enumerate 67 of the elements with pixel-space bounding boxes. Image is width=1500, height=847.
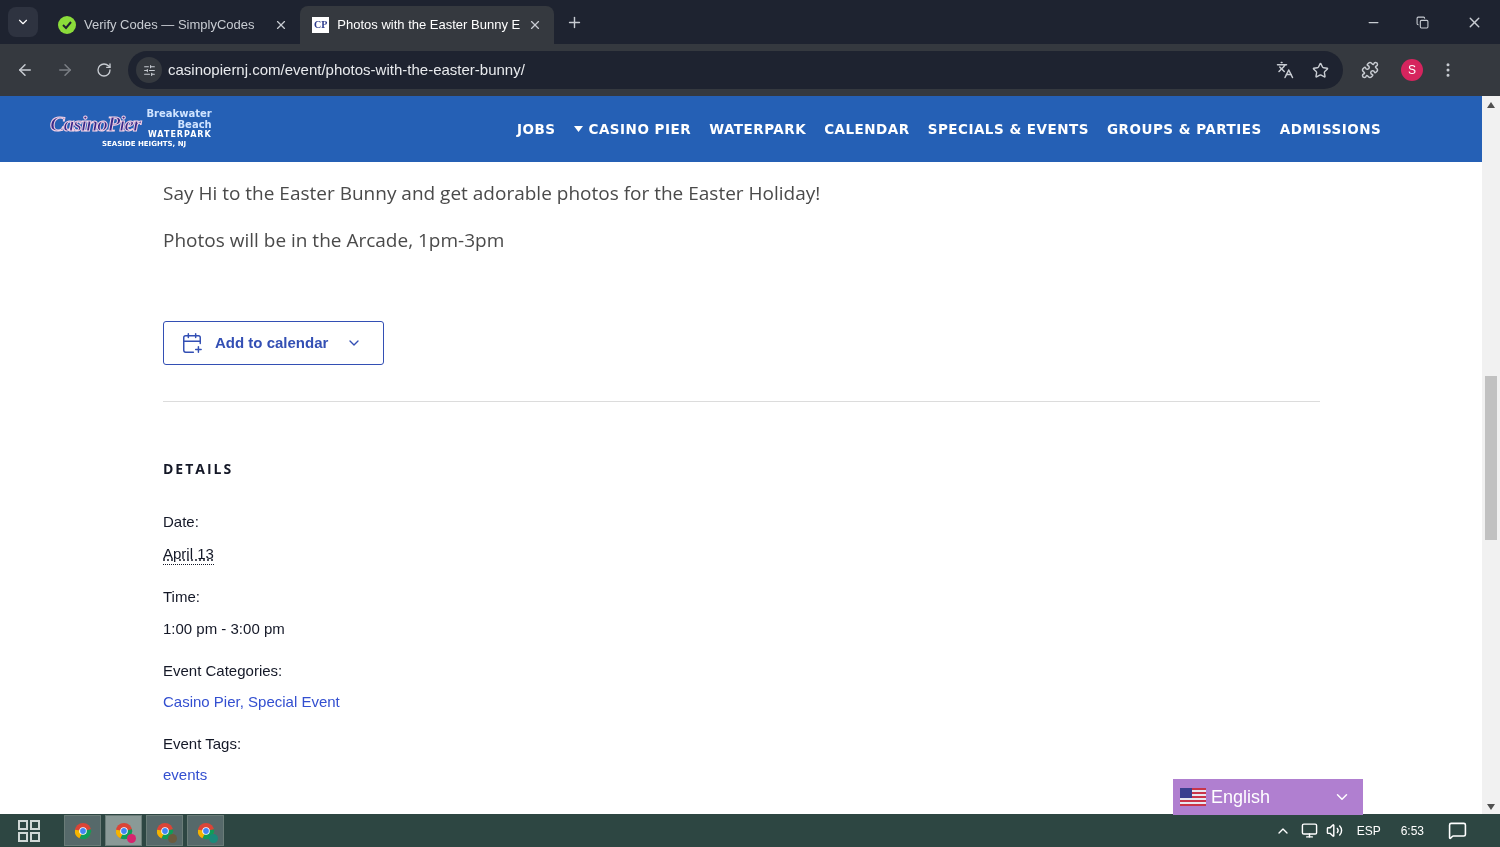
- detail-label: Time:: [163, 587, 201, 607]
- browser-tab[interactable]: Verify Codes — SimplyCodes: [46, 6, 300, 44]
- detail-label: Event Tags:: [163, 734, 243, 754]
- start-grid-icon[interactable]: [18, 819, 40, 842]
- sliders-icon: [142, 63, 156, 77]
- browser-icon: [196, 821, 215, 840]
- tab-search-button[interactable]: [8, 7, 38, 37]
- description-text: Say Hi to the Easter Bunny and get adorable photos for the Easter Holiday!: [163, 179, 822, 207]
- extensions-icon[interactable]: [1361, 61, 1379, 79]
- add-to-calendar-button[interactable]: Add to calendar: [163, 321, 384, 365]
- detail-link[interactable]: Casino Pier, Special Event: [163, 692, 340, 712]
- translate-icon[interactable]: [1276, 61, 1294, 79]
- detail-label: Event Categories:: [163, 661, 284, 681]
- language-selector[interactable]: English: [1173, 779, 1363, 815]
- clock-text[interactable]: 6:53: [1400, 821, 1424, 840]
- details-heading: DETAILS: [163, 458, 235, 479]
- nav-link[interactable]: SPECIALS & EVENTS: [927, 118, 1089, 140]
- browser-tab[interactable]: CP Photos with the Easter Bunny E: [300, 6, 554, 44]
- bookmark-icon[interactable]: [1312, 61, 1329, 79]
- browser-icon: [155, 821, 174, 840]
- nav-link[interactable]: ADMISSIONS: [1279, 118, 1382, 140]
- language-indicator[interactable]: ESP: [1356, 821, 1381, 840]
- description-text: Photos will be in the Arcade, 1pm-3pm: [163, 226, 506, 254]
- close-icon[interactable]: [528, 18, 542, 32]
- network-icon[interactable]: [1300, 822, 1318, 839]
- volume-icon[interactable]: [1325, 822, 1343, 839]
- notifications-icon[interactable]: [1448, 821, 1467, 840]
- flag-icon: [1180, 788, 1206, 806]
- taskbar-app[interactable]: [146, 815, 183, 846]
- detail-value: April 13: [163, 544, 214, 565]
- site-info-button[interactable]: [136, 57, 162, 83]
- calendar-icon: [181, 332, 203, 354]
- logo-casino-text: CasinoPier: [50, 110, 141, 137]
- url-text: casinopiernj.com/event/photos-with-the-easter-bunny/: [168, 59, 526, 80]
- detail-label: Date:: [163, 512, 200, 532]
- back-icon[interactable]: [16, 61, 34, 79]
- nav-link[interactable]: GROUPS & PARTIES: [1107, 118, 1262, 140]
- tab-title: Photos with the Easter Bunny E: [337, 16, 520, 35]
- nav-link[interactable]: CASINO PIER: [573, 118, 692, 140]
- nav-link[interactable]: WATERPARK: [709, 118, 807, 140]
- scrollbar[interactable]: [1482, 96, 1500, 814]
- nav-link[interactable]: CALENDAR: [824, 118, 910, 140]
- scroll-down-icon[interactable]: [1487, 804, 1495, 810]
- language-label: English: [1211, 785, 1272, 809]
- taskbar-app[interactable]: [105, 815, 142, 846]
- detail-value: 1:00 pm - 3:00 pm: [163, 619, 286, 639]
- new-tab-icon[interactable]: [566, 14, 583, 31]
- address-bar[interactable]: casinopiernj.com/event/photos-with-the-easter-bunny/: [128, 51, 1343, 89]
- restore-icon[interactable]: [1416, 16, 1429, 29]
- favicon: CP: [312, 17, 330, 33]
- close-icon[interactable]: [274, 18, 288, 32]
- browser-icon: [73, 821, 92, 840]
- logo-beach-text: Breakwater: [146, 108, 212, 120]
- reload-icon[interactable]: [96, 62, 112, 78]
- profile-avatar[interactable]: S: [1401, 59, 1423, 81]
- taskbar-app[interactable]: [64, 815, 101, 846]
- browser-icon: [114, 821, 133, 840]
- check-logo-icon: [58, 16, 76, 34]
- scroll-up-icon[interactable]: [1487, 102, 1495, 108]
- tab-title: Verify Codes — SimplyCodes: [84, 16, 256, 35]
- detail-link[interactable]: events: [163, 765, 208, 785]
- logo-waterpark-text: WATERPARK: [147, 130, 212, 140]
- logo-beach-text: Beach: [177, 119, 212, 131]
- scrollbar-thumb[interactable]: [1485, 376, 1497, 540]
- nav-link[interactable]: JOBS: [517, 118, 556, 140]
- taskbar-app[interactable]: [187, 815, 224, 846]
- forward-icon[interactable]: [56, 61, 74, 79]
